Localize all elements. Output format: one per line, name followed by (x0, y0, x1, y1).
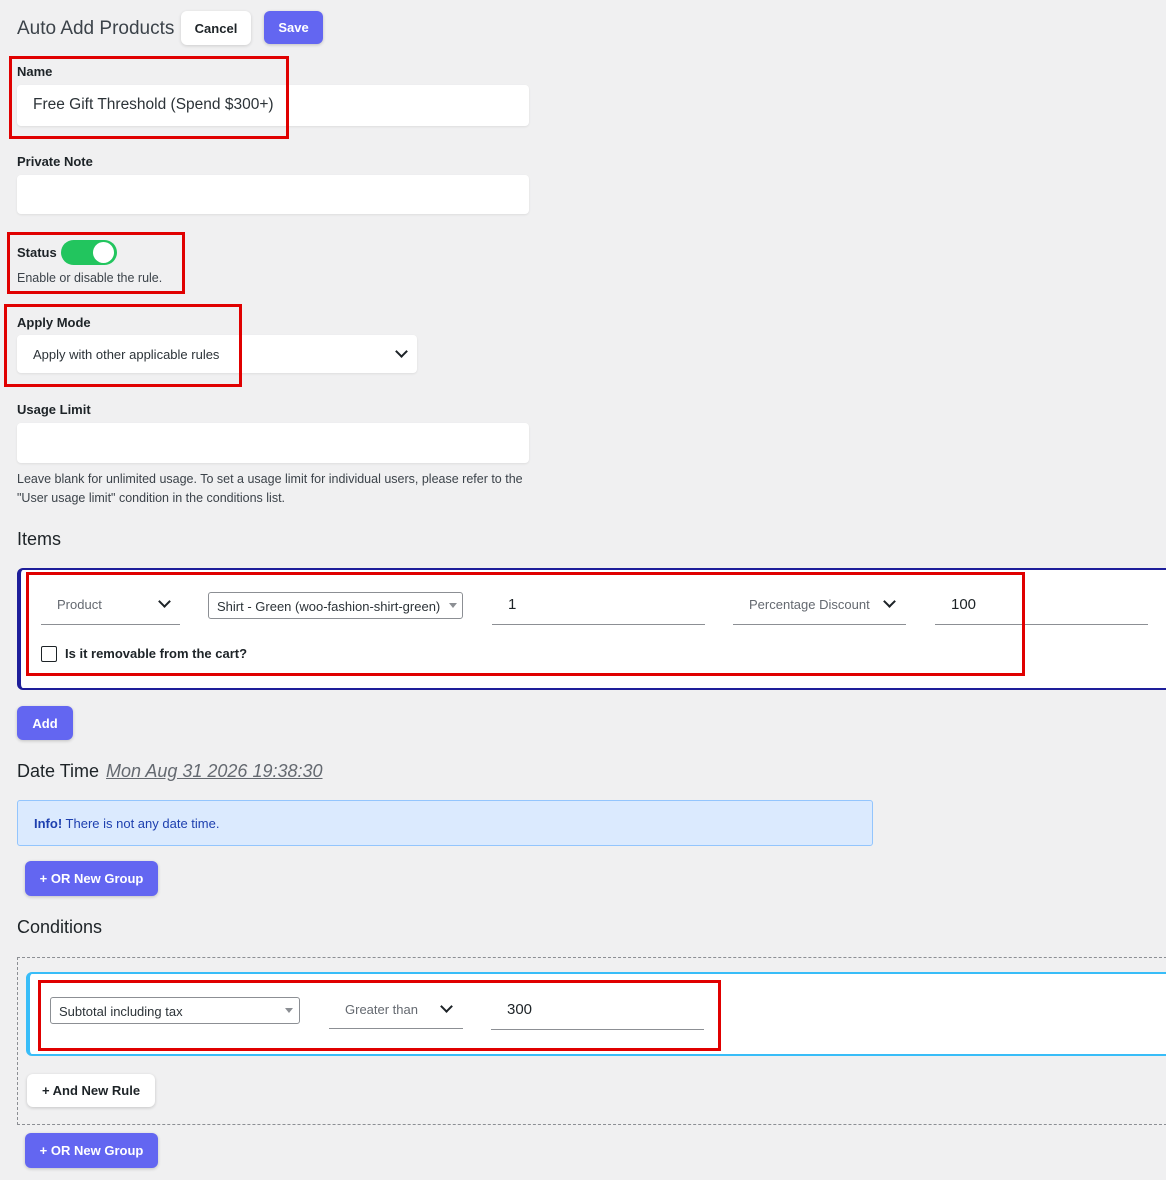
condition-operator-select[interactable]: Greater than (329, 994, 463, 1029)
current-date-link[interactable]: Mon Aug 31 2026 19:38:30 (106, 760, 323, 782)
date-time-title: Date Time (17, 761, 100, 781)
private-note-label: Private Note (17, 154, 93, 169)
removable-label: Is it removable from the cart? (65, 646, 248, 661)
quantity-value: 1 (508, 596, 517, 613)
toggle-knob (93, 242, 114, 263)
apply-mode-select[interactable]: Apply with other applicable rules (17, 335, 417, 373)
usage-limit-label: Usage Limit (17, 402, 91, 417)
discount-type-select[interactable]: Percentage Discount (733, 590, 906, 625)
page-title: Auto Add Products (17, 18, 175, 39)
cancel-button[interactable]: Cancel (181, 11, 251, 45)
chevron-down-icon (440, 1000, 453, 1013)
chevron-down-icon (883, 595, 896, 608)
product-select[interactable]: Shirt - Green (woo-fashion-shirt-green) (208, 592, 463, 619)
info-strong: Info! (34, 816, 63, 831)
items-card (17, 568, 1166, 690)
conditions-title: Conditions (17, 917, 103, 937)
condition-operator-value: Greater than (345, 1002, 418, 1017)
name-label: Name (17, 64, 53, 79)
caret-down-icon (449, 603, 457, 608)
usage-limit-help: Leave blank for unlimited usage. To set … (17, 472, 523, 505)
apply-mode-value: Apply with other applicable rules (33, 347, 220, 362)
apply-mode-label: Apply Mode (17, 315, 91, 330)
status-toggle[interactable] (61, 240, 117, 265)
chevron-down-icon (395, 345, 408, 358)
add-item-button[interactable]: Add (17, 706, 73, 740)
save-button[interactable]: Save (264, 11, 323, 44)
name-input-value: Free Gift Threshold (Spend $300+) (33, 96, 274, 113)
status-help: Enable or disable the rule. (17, 271, 163, 285)
date-info-alert: Info! There is not any date time. (17, 800, 873, 846)
chevron-down-icon (158, 595, 171, 608)
info-text: There is not any date time. (65, 816, 220, 831)
items-title: Items (17, 529, 62, 549)
discount-value: 100 (951, 596, 977, 613)
discount-type-value: Percentage Discount (749, 597, 870, 612)
date-or-new-group-button[interactable]: + OR New Group (25, 861, 158, 896)
and-new-rule-button[interactable]: + And New Rule (27, 1074, 155, 1107)
private-note-input[interactable] (17, 175, 529, 214)
product-value: Shirt - Green (woo-fashion-shirt-green) (217, 599, 441, 614)
caret-down-icon (285, 1008, 293, 1013)
item-type-select[interactable]: Product (41, 590, 180, 625)
status-label: Status (17, 245, 57, 260)
condition-field-value: Subtotal including tax (59, 1004, 183, 1019)
discount-value-input[interactable]: 100 (935, 590, 1148, 625)
removable-checkbox[interactable] (41, 646, 57, 662)
condition-value: 300 (507, 1001, 533, 1018)
condition-value-input[interactable]: 300 (491, 994, 704, 1030)
item-type-value: Product (57, 597, 102, 612)
conditions-or-new-group-button[interactable]: + OR New Group (25, 1133, 158, 1168)
name-input[interactable]: Free Gift Threshold (Spend $300+) (17, 85, 529, 126)
usage-limit-input[interactable] (17, 423, 529, 463)
condition-field-select[interactable]: Subtotal including tax (50, 997, 300, 1024)
quantity-input[interactable]: 1 (492, 590, 705, 625)
